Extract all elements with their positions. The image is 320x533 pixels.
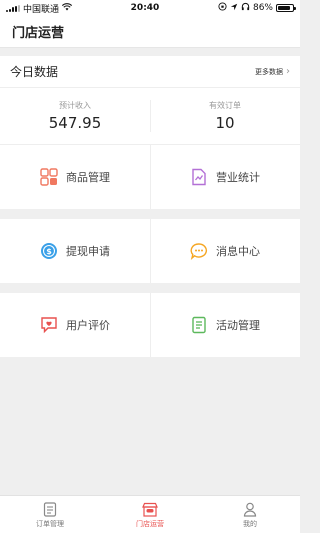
battery-percent: 86%	[252, 3, 273, 13]
business-statistics-button[interactable]: 营业统计	[150, 145, 300, 209]
menu-label: 提现申请	[66, 245, 110, 258]
today-data-header: 今日数据 更多数据 ›	[0, 56, 300, 88]
menu-label: 营业统计	[216, 171, 260, 184]
menu-label: 商品管理	[66, 171, 110, 184]
product-management-button[interactable]: 商品管理	[0, 145, 150, 209]
page-title: 门店运营	[12, 26, 65, 41]
order-icon	[41, 500, 59, 518]
battery-level	[278, 6, 291, 10]
message-center-button[interactable]: 消息中心	[150, 219, 300, 283]
store-icon	[141, 500, 159, 518]
tab-store-operations[interactable]: 门店运营	[100, 496, 200, 533]
svg-text:$: $	[46, 247, 52, 256]
clock: 20:40	[130, 3, 160, 13]
stat-expected-income: 预计收入 547.95	[0, 88, 150, 144]
more-data-link[interactable]: 更多数据 ›	[255, 66, 290, 77]
status-right: 86%	[218, 2, 296, 14]
location-icon	[230, 3, 238, 14]
bottom-tab-bar: 订单管理 门店运营 我的	[0, 495, 300, 533]
tab-my-profile[interactable]: 我的	[200, 496, 300, 533]
tab-label: 门店运营	[136, 520, 164, 528]
menu-label: 用户评价	[66, 319, 110, 332]
menu-row-3: 用户评价 活动管理	[0, 293, 300, 357]
menu-label: 消息中心	[216, 245, 260, 258]
activity-list-icon	[190, 316, 208, 334]
tab-label: 我的	[243, 520, 257, 528]
stat-valid-orders: 有效订单 10	[150, 88, 300, 144]
status-left: 中国联通	[6, 2, 73, 15]
activity-management-button[interactable]: 活动管理	[150, 293, 300, 357]
review-icon	[40, 316, 58, 334]
wifi-icon	[61, 2, 73, 14]
coin-icon: $	[40, 242, 58, 260]
menu-label: 活动管理	[216, 319, 260, 332]
menu-row-1: 商品管理 营业统计	[0, 145, 300, 209]
chevron-right-icon: ›	[286, 66, 290, 77]
headphones-icon	[241, 2, 250, 14]
battery-icon	[276, 4, 296, 12]
stat-value: 10	[215, 114, 235, 132]
cellular-signal-icon	[6, 4, 20, 12]
orientation-lock-icon	[218, 2, 227, 14]
status-bar: 中国联通 20:40 86%	[0, 0, 300, 16]
tab-label: 订单管理	[36, 520, 64, 528]
statistics-icon	[190, 168, 208, 186]
stat-value: 547.95	[48, 114, 102, 132]
more-data-label: 更多数据	[255, 67, 283, 76]
user-icon	[241, 500, 259, 518]
nav-bar: 门店运营	[0, 16, 300, 48]
tab-order-management[interactable]: 订单管理	[0, 496, 100, 533]
stat-label: 预计收入	[59, 101, 91, 110]
user-reviews-button[interactable]: 用户评价	[0, 293, 150, 357]
product-grid-icon	[40, 168, 58, 186]
today-data-title: 今日数据	[10, 65, 59, 79]
withdraw-request-button[interactable]: $ 提现申请	[0, 219, 150, 283]
chat-bubble-icon	[190, 242, 208, 260]
stat-label: 有效订单	[209, 101, 241, 110]
menu-row-2: $ 提现申请 消息中心	[0, 219, 300, 283]
today-stats: 预计收入 547.95 有效订单 10	[0, 88, 300, 144]
carrier-name: 中国联通	[23, 4, 60, 15]
